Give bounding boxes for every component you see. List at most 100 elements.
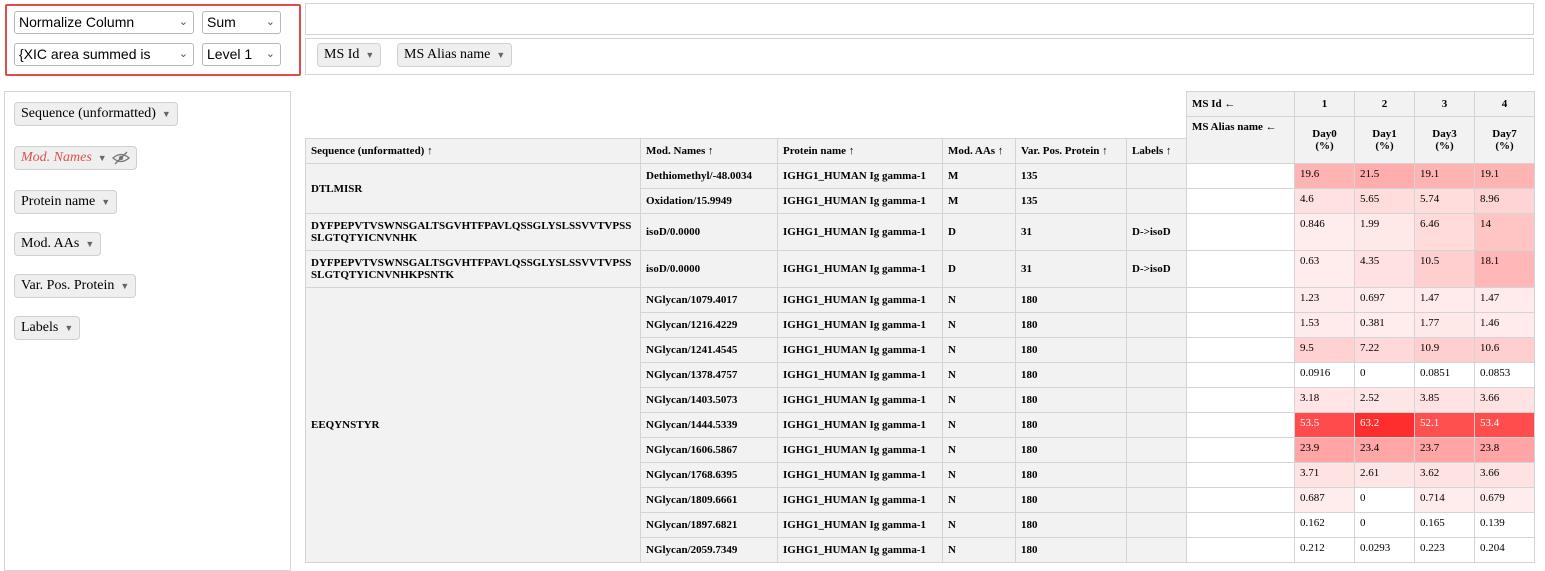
row-protein-name: IGHG1_HUMAN Ig gamma-1 (777, 437, 943, 463)
row-var-pos: 180 (1015, 512, 1127, 538)
row-protein-name: IGHG1_HUMAN Ig gamma-1 (777, 312, 943, 338)
value-cell[interactable]: 9.5 (1294, 337, 1355, 363)
col-attr-ms-id[interactable]: MS Id ▼ (317, 43, 382, 67)
value-cell[interactable]: 0.846 (1294, 213, 1355, 251)
unused-attrs-area[interactable] (305, 3, 1534, 35)
value-cell[interactable]: 0.0293 (1354, 537, 1415, 563)
value-cell[interactable]: 53.4 (1474, 412, 1535, 438)
row-protein-name: IGHG1_HUMAN Ig gamma-1 (777, 387, 943, 413)
row-attr-mod-aas[interactable]: Mod. AAs ▼ (14, 232, 102, 256)
value-cell[interactable]: 10.6 (1474, 337, 1535, 363)
value-cell[interactable]: 1.47 (1414, 287, 1475, 313)
value-cell[interactable]: 19.6 (1294, 163, 1355, 189)
value-cell[interactable]: 1.53 (1294, 312, 1355, 338)
col-header-label-ms-id[interactable]: MS Id ← (1186, 91, 1295, 117)
value-cell[interactable]: 23.7 (1414, 437, 1475, 463)
value-cell[interactable]: 0.212 (1294, 537, 1355, 563)
eye-slash-icon[interactable] (112, 151, 131, 165)
value-cell[interactable]: 52.1 (1414, 412, 1475, 438)
level-select[interactable]: Level 1 ⌄ (202, 43, 281, 66)
value-cell[interactable]: 0.139 (1474, 512, 1535, 538)
value-cell[interactable]: 10.5 (1414, 250, 1475, 288)
row-header-labels[interactable]: Labels ↑ (1126, 138, 1187, 164)
value-cell[interactable]: 1.23 (1294, 287, 1355, 313)
value-cell[interactable]: 0.714 (1414, 487, 1475, 513)
value-cell[interactable]: 10.9 (1414, 337, 1475, 363)
row-attr-sequence[interactable]: Sequence (unformatted) ▼ (14, 102, 178, 126)
value-field-select[interactable]: {XIC area summed is ⌄ (14, 43, 194, 66)
value-cell[interactable]: 1.46 (1474, 312, 1535, 338)
row-label (1126, 462, 1187, 488)
value-cell[interactable]: 8.96 (1474, 188, 1535, 214)
chevron-down-icon: ⌄ (178, 48, 188, 60)
row-label (1126, 188, 1187, 214)
value-cell[interactable]: 21.5 (1354, 163, 1415, 189)
row-header-var-pos[interactable]: Var. Pos. Protein ↑ (1015, 138, 1127, 164)
row-label (1126, 437, 1187, 463)
value-cell[interactable]: 0.0916 (1294, 362, 1355, 388)
row-header-protein-name[interactable]: Protein name ↑ (777, 138, 943, 164)
col-attr-ms-alias-name[interactable]: MS Alias name ▼ (397, 43, 513, 67)
row-attr-var-pos-protein[interactable]: Var. Pos. Protein ▼ (14, 274, 137, 298)
row-mod-aa: N (942, 337, 1016, 363)
value-cell[interactable]: 4.35 (1354, 250, 1415, 288)
value-cell[interactable]: 3.18 (1294, 387, 1355, 413)
aggregator-select[interactable]: Normalize Column ⌄ (14, 11, 194, 34)
row-attr-mod-names[interactable]: Mod. Names ▼ (14, 146, 138, 170)
value-cell[interactable]: 0 (1354, 512, 1415, 538)
value-cell[interactable]: 0.0851 (1414, 362, 1475, 388)
value-cell[interactable]: 7.22 (1354, 337, 1415, 363)
value-cell[interactable]: 18.1 (1474, 250, 1535, 288)
value-cell[interactable]: 3.71 (1294, 462, 1355, 488)
value-cell[interactable]: 53.5 (1294, 412, 1355, 438)
value-cell[interactable]: 0.381 (1354, 312, 1415, 338)
row-mod-aa: D (942, 250, 1016, 288)
value-cell[interactable]: 5.74 (1414, 188, 1475, 214)
value-cell[interactable]: 2.61 (1354, 462, 1415, 488)
value-cell[interactable]: 1.99 (1354, 213, 1415, 251)
value-cell[interactable]: 0.162 (1294, 512, 1355, 538)
col-header-label-ms-alias[interactable]: MS Alias name ← (1186, 116, 1295, 164)
value-cell[interactable]: 23.8 (1474, 437, 1535, 463)
value-cell[interactable]: 0.223 (1414, 537, 1475, 563)
value-cell[interactable]: 4.6 (1294, 188, 1355, 214)
value-cell[interactable]: 6.46 (1414, 213, 1475, 251)
value-cell[interactable]: 0.679 (1474, 487, 1535, 513)
value-cell[interactable]: 3.66 (1474, 462, 1535, 488)
row-mod-name: NGlycan/1444.5339 (640, 412, 778, 438)
row-attrs-area[interactable]: Sequence (unformatted) ▼ Mod. Names ▼ Prot… (4, 91, 291, 571)
value-cell[interactable]: 19.1 (1414, 163, 1475, 189)
value-cell[interactable]: 0.63 (1294, 250, 1355, 288)
value-cell[interactable]: 1.77 (1414, 312, 1475, 338)
value-cell[interactable]: 19.1 (1474, 163, 1535, 189)
value-cell[interactable]: 0 (1354, 487, 1415, 513)
row-header-sequence[interactable]: Sequence (unformatted) ↑ (305, 138, 641, 164)
value-cell[interactable]: 0.697 (1354, 287, 1415, 313)
row-protein-name: IGHG1_HUMAN Ig gamma-1 (777, 337, 943, 363)
row-attr-labels[interactable]: Labels ▼ (14, 316, 81, 340)
row-mod-aa: M (942, 163, 1016, 189)
row-header-mod-aas[interactable]: Mod. AAs ↑ (942, 138, 1016, 164)
row-sequence: DYFPEPVTVSWNSGALTSGVHTFPAVLQSSGLYSLSSVVT… (305, 250, 641, 288)
row-mod-aa: N (942, 387, 1016, 413)
value-cell[interactable]: 2.52 (1354, 387, 1415, 413)
value-cell[interactable]: 1.47 (1474, 287, 1535, 313)
value-cell[interactable]: 0.165 (1414, 512, 1475, 538)
row-attr-protein-name[interactable]: Protein name ▼ (14, 190, 118, 214)
row-var-pos: 180 (1015, 412, 1127, 438)
value-cell[interactable]: 3.66 (1474, 387, 1535, 413)
value-cell[interactable]: 0.0853 (1474, 362, 1535, 388)
value-cell[interactable]: 23.4 (1354, 437, 1415, 463)
value-cell[interactable]: 23.9 (1294, 437, 1355, 463)
value-cell[interactable]: 0.204 (1474, 537, 1535, 563)
aggregator-function-select[interactable]: Sum ⌄ (202, 11, 281, 34)
value-cell[interactable]: 3.85 (1414, 387, 1475, 413)
value-cell[interactable]: 0.687 (1294, 487, 1355, 513)
row-header-mod-names[interactable]: Mod. Names ↑ (640, 138, 778, 164)
value-cell[interactable]: 0 (1354, 362, 1415, 388)
col-attrs-area[interactable]: MS Id ▼ MS Alias name ▼ (305, 38, 1534, 75)
value-cell[interactable]: 3.62 (1414, 462, 1475, 488)
value-cell[interactable]: 5.65 (1354, 188, 1415, 214)
value-cell[interactable]: 63.2 (1354, 412, 1415, 438)
value-cell[interactable]: 14 (1474, 213, 1535, 251)
